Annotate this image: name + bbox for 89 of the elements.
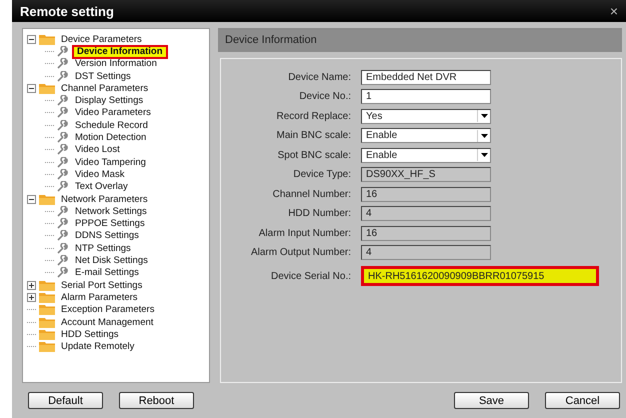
input-field[interactable]: HK-RH5161620090909BBRR01075915 [361,266,599,286]
tree-item[interactable]: Motion Detection [72,132,150,144]
wrench-icon [57,168,69,180]
wrench-icon [57,255,69,266]
wrench-icon [57,218,69,230]
tree-item[interactable]: Channel Parameters [58,82,152,94]
tree-item[interactable]: Display Settings [72,95,146,106]
collapse-icon[interactable] [27,194,36,204]
tree-item[interactable]: Serial Port Settings [58,280,146,291]
folder-icon [39,292,55,303]
input-field[interactable]: 1 [361,89,491,104]
field-label: Alarm Input Number: [258,228,351,239]
caret-icon [480,153,488,158]
field-label: Main BNC scale: [276,130,351,142]
input-field[interactable]: 4 [361,245,491,260]
close-button[interactable]: × [610,3,618,20]
collapse-icon[interactable] [27,34,36,44]
wrench-icon [57,120,69,131]
field-label: Device Name: [287,72,351,83]
wrench-icon [57,144,69,156]
tree-item[interactable]: Text Overlay [72,181,131,192]
action-button[interactable]: Cancel [545,392,620,410]
input-field[interactable]: Embedded Net DVR [361,70,491,85]
tree-item[interactable]: Alarm Parameters [58,292,141,303]
folder-icon [39,34,55,45]
wrench-icon [57,206,69,217]
field-label: Device Type: [292,169,351,180]
dropdown[interactable]: Enable [361,128,491,144]
tree-item[interactable]: Video Tampering [72,156,149,168]
folder-icon [39,341,55,352]
field-label: Device No.: [298,91,351,102]
wrench-icon [57,58,69,70]
folder-icon [39,328,55,340]
input-field[interactable]: 16 [361,186,491,202]
panel-header: Device Information [218,28,622,52]
folder-icon [39,304,55,316]
field-label: Record Replace: [276,110,351,122]
wrench-icon [57,156,69,168]
action-button[interactable]: Reboot [119,392,194,410]
wrench-icon [57,132,69,144]
folder-icon [39,82,55,94]
tree-item[interactable]: Version Information [72,58,160,70]
action-button[interactable]: Default [28,392,103,410]
tree-item[interactable]: HDD Settings [58,328,122,340]
field-label: Alarm Output Number: [250,247,351,258]
tree-item[interactable]: Video Parameters [72,107,154,118]
folder-icon [39,194,55,205]
tree-item[interactable]: Device Information [72,44,168,59]
wrench-icon [57,181,69,192]
tree-item[interactable]: E-mail Settings [72,267,142,278]
input-field[interactable]: 4 [361,206,491,222]
tree-item[interactable]: PPPOE Settings [72,218,148,230]
wrench-icon [57,267,69,278]
input-field[interactable]: 16 [361,226,491,241]
input-field[interactable]: DS90XX_HF_S [361,167,491,182]
tree-item[interactable]: Net Disk Settings [72,255,151,266]
dropdown[interactable]: Enable [361,148,491,163]
field-label: Spot BNC scale: [276,150,351,161]
field-label: HDD Number: [287,208,351,220]
folder-icon [39,280,55,291]
tree-item[interactable]: Network Parameters [58,194,151,205]
tree-item[interactable]: Network Settings [72,206,150,217]
tree-item[interactable]: Account Management [58,316,156,328]
wrench-icon [57,95,69,106]
tree-item[interactable]: Update Remotely [58,341,138,352]
tree-item[interactable]: Video Lost [72,144,123,156]
tree-item[interactable]: DDNS Settings [72,230,142,242]
wrench-icon [57,230,69,242]
dropdown[interactable]: Yes [361,108,491,124]
window-title: Remote setting [20,4,114,19]
expand-icon[interactable] [27,280,36,290]
wrench-icon [57,242,69,254]
tree-item[interactable]: DST Settings [72,70,134,82]
tree-item[interactable]: Exception Parameters [58,304,158,316]
tree-item[interactable]: Video Mask [72,168,128,180]
field-label: Device Serial No.: [270,270,351,282]
caret-icon [480,134,488,138]
wrench-icon [57,107,69,118]
expand-icon[interactable] [27,292,36,302]
caret-icon [480,114,488,118]
wrench-icon [57,70,69,82]
tree-item[interactable]: Schedule Record [72,120,151,131]
field-label: Channel Number: [272,188,351,200]
tree-item[interactable]: Device Parameters [58,34,145,45]
folder-icon [39,316,55,328]
action-button[interactable]: Save [454,392,529,410]
tree-item[interactable]: NTP Settings [72,242,134,254]
collapse-icon[interactable] [27,84,36,93]
wrench-icon [57,46,69,57]
